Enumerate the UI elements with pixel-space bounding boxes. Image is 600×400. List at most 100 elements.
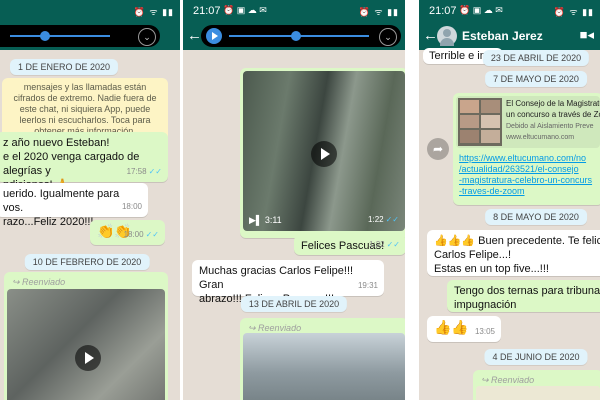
message-text: Estas en un top five...!!! xyxy=(434,263,549,275)
back-arrow-icon[interactable]: ← xyxy=(187,27,202,44)
date-chip: 7 DE MAYO DE 2020 xyxy=(485,71,587,87)
date-chip: 13 DE ABRIL DE 2020 xyxy=(240,296,348,312)
message-text: Carlos Felipe...! xyxy=(434,249,512,261)
audio-seek-handle[interactable] xyxy=(40,31,50,41)
message-incoming[interactable]: Muchas gracias Carlos Felipe!!! Gran abr… xyxy=(192,260,384,305)
contact-name[interactable]: Esteban Jerez xyxy=(462,29,543,43)
play-icon[interactable] xyxy=(311,141,337,167)
video-call-icon[interactable]: ■◂ xyxy=(580,27,594,43)
status-icons: ⏰ ᯤ ▮▮ xyxy=(133,7,174,17)
message-outgoing[interactable]: 👏👏 18:00 ✓✓ xyxy=(90,220,165,245)
chat-area: ▶▌ 3:11 1:22 ✓✓ Felices Pascuas! 1:22 ✓✓ M… xyxy=(183,50,405,400)
message-outgoing[interactable]: Tengo dos ternas para tribunal de impugn… xyxy=(447,280,600,312)
message-text: Muchas gracias Carlos Felipe!!! Gran xyxy=(199,265,354,291)
message-text: 👍👍👍 Buen precedente. Te felici xyxy=(434,235,600,247)
message-outgoing[interactable]: z año nuevo Esteban! e el 2020 venga car… xyxy=(0,132,168,191)
chat-screen-3: 21:07 ⏰ ▣ ☁ ✉ ⏰ ᯤ ▮▮ ← Esteban Jerez ■◂ … xyxy=(419,0,600,400)
audio-progress-track xyxy=(10,35,110,37)
forward-icon[interactable]: ➦ xyxy=(427,138,449,160)
link-domain: www.eltucumano.com xyxy=(506,134,575,141)
chevron-down-icon[interactable]: ⌄ xyxy=(379,28,397,46)
message-meta: 18:00 ✓✓ xyxy=(124,228,159,242)
video-duration-text: 3:11 xyxy=(264,215,282,225)
message-text: uerido. Igualmente para vos. xyxy=(3,188,120,214)
message-time: 13:05 xyxy=(474,327,495,336)
message-time: 19:31 xyxy=(357,281,378,290)
forwarded-text: Reenviado xyxy=(22,277,66,287)
link-subtitle: un concurso a través de Zo xyxy=(506,110,600,119)
chat-screen-1: ⏰ ᯤ ▮▮ ⌄ 1 DE ENERO DE 2020 mensajes y l… xyxy=(0,0,180,400)
thumbs-up-emoji: 👍👍 xyxy=(434,319,469,335)
audio-player-bar: ← ⌄ xyxy=(183,22,405,50)
status-bar: ⏰ ᯤ ▮▮ xyxy=(0,0,180,22)
link-preview-message[interactable]: El Consejo de la Magistratura un concurs… xyxy=(453,93,600,205)
forwarded-label: ↪ Reenviado xyxy=(12,277,66,287)
link-description: Debido al Aislamiento Preve xyxy=(506,123,594,130)
video-thumbnail[interactable]: ▶▌ 3:11 1:22 ✓✓ xyxy=(243,71,405,231)
video-message[interactable]: ▶▌ 3:11 1:22 ✓✓ xyxy=(240,68,405,238)
message-text: Tengo dos ternas para tribunal de xyxy=(454,285,600,297)
message-incoming[interactable]: 👍👍👍 Buen precedente. Te felici Carlos Fe… xyxy=(427,230,600,276)
chat-screen-2: 21:07 ⏰ ▣ ☁ ✉ ⏰ ᯤ ▮▮ ← ⌄ ▶▌ 3:11 1:22 ✓✓ … xyxy=(183,0,405,400)
message-time: 18:00 xyxy=(123,230,144,239)
message-time: 17:58 xyxy=(126,167,147,176)
read-ticks-icon: ✓✓ xyxy=(148,167,162,176)
video-thumbnail[interactable] xyxy=(7,289,165,400)
forwarded-video-message[interactable]: ↪ Reenviado xyxy=(4,272,168,400)
read-ticks-icon: ✓✓ xyxy=(145,230,159,239)
message-text: z año nuevo Esteban! xyxy=(3,137,110,149)
link-preview-card[interactable]: El Consejo de la Magistratura un concurs… xyxy=(456,96,600,148)
play-icon[interactable] xyxy=(75,345,101,371)
notification-icons: ⏰ ▣ ☁ ✉ xyxy=(459,5,503,15)
forwarded-label: ↪ Reenviado xyxy=(481,375,535,385)
forwarded-video-message[interactable]: ↪ Reenviado xyxy=(240,318,405,400)
audio-player[interactable]: ⌄ xyxy=(0,25,160,47)
status-time: 21:07 xyxy=(429,5,457,17)
avatar[interactable] xyxy=(437,26,457,46)
message-time: 1:22 xyxy=(368,215,384,224)
message-incoming[interactable]: uerido. Igualmente para vos. razo...Feli… xyxy=(0,183,148,228)
date-chip: 4 DE JUNIO DE 2020 xyxy=(484,349,588,365)
audio-seek-handle[interactable] xyxy=(291,31,301,41)
date-chip: 10 DE FEBRERO DE 2020 xyxy=(24,254,150,270)
audio-player[interactable]: ⌄ xyxy=(201,25,401,47)
chat-header: ← Esteban Jerez ■◂ xyxy=(419,22,600,50)
status-icons: ⏰ ᯤ ▮▮ xyxy=(553,7,594,17)
link-preview-image xyxy=(458,98,502,146)
back-arrow-icon[interactable]: ← xyxy=(423,27,438,44)
message-incoming[interactable]: 👍👍 13:05 xyxy=(427,316,501,342)
date-chip: 23 DE ABRIL DE 2020 xyxy=(482,50,590,66)
link-url-line[interactable]: https://www.eltucumano.com/no xyxy=(459,153,586,163)
chevron-down-icon[interactable]: ⌄ xyxy=(138,28,156,46)
status-bar: 21:07 ⏰ ▣ ☁ ✉ ⏰ ᯤ ▮▮ xyxy=(183,0,405,22)
audio-player-bar: ⌄ xyxy=(0,22,180,50)
forwarded-text: Reenviado xyxy=(258,323,302,333)
message-time: 18:00 xyxy=(121,202,142,211)
read-ticks-icon: ✓✓ xyxy=(385,215,399,224)
link-url-line[interactable]: -magistratura-celebro-un-concurs xyxy=(459,175,592,185)
status-icons: ⏰ ᯤ ▮▮ xyxy=(358,7,399,17)
chat-area: Terrible e incr 23 DE ABRIL DE 2020 7 DE… xyxy=(419,48,600,400)
notification-icons: ⏰ ▣ ☁ ✉ xyxy=(223,5,267,15)
link-url[interactable]: https://www.eltucumano.com/no /actualida… xyxy=(459,153,592,197)
message-outgoing[interactable]: Felices Pascuas! 1:22 ✓✓ xyxy=(294,235,405,255)
message-text: impugnación xyxy=(454,299,517,311)
status-bar: 21:07 ⏰ ▣ ☁ ✉ ⏰ ᯤ ▮▮ xyxy=(419,0,600,22)
status-time: 21:07 xyxy=(193,5,221,17)
message-meta: 1:22 ✓✓ xyxy=(369,238,400,252)
chat-area: 1 DE ENERO DE 2020 mensajes y las llamad… xyxy=(0,50,180,400)
video-duration: ▶▌ 3:11 xyxy=(249,215,282,225)
link-url-line[interactable]: -traves-de-zoom xyxy=(459,186,525,196)
media-thumbnail[interactable] xyxy=(476,386,600,400)
message-time: 1:22 xyxy=(369,240,385,249)
read-ticks-icon: ✓✓ xyxy=(386,240,400,249)
message-meta: 17:58 ✓✓ xyxy=(127,165,162,179)
play-icon[interactable] xyxy=(206,28,222,44)
video-thumbnail[interactable] xyxy=(243,333,405,400)
forwarded-text: Reenviado xyxy=(491,375,535,385)
link-title: El Consejo de la Magistratura xyxy=(506,99,600,108)
video-meta: 1:22 ✓✓ xyxy=(368,213,399,227)
link-url-line[interactable]: /actualidad/263521/el-consejo xyxy=(459,164,579,174)
forwarded-message[interactable]: ↪ Reenviado xyxy=(473,370,600,400)
date-chip: 1 DE ENERO DE 2020 xyxy=(9,59,119,75)
